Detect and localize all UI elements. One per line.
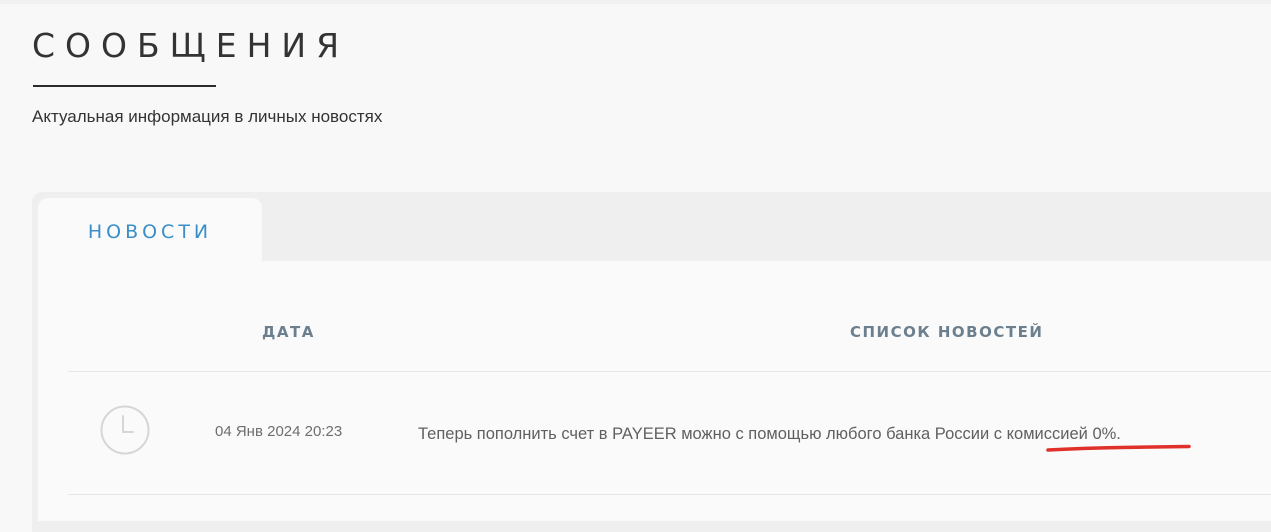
column-header-date: ДАТА — [262, 323, 315, 341]
column-header-news-list: СПИСОК НОВОСТЕЙ — [850, 323, 1044, 341]
row-divider — [68, 494, 1271, 495]
tab-news-label: НОВОСТИ — [87, 221, 213, 243]
page-subtitle: Актуальная информация в личных новостях — [32, 107, 383, 126]
header-divider — [68, 371, 1271, 372]
highlight-underline — [1046, 444, 1191, 452]
top-strip — [0, 0, 1271, 4]
news-date: 04 Янв 2024 20:23 — [215, 423, 343, 440]
clock-icon — [100, 405, 150, 455]
title-underline — [33, 85, 216, 87]
news-text[interactable]: Теперь пополнить счет в PAYEER можно с п… — [418, 423, 1121, 445]
page-title: СООБЩЕНИЯ — [32, 26, 350, 65]
news-content — [38, 261, 1271, 521]
